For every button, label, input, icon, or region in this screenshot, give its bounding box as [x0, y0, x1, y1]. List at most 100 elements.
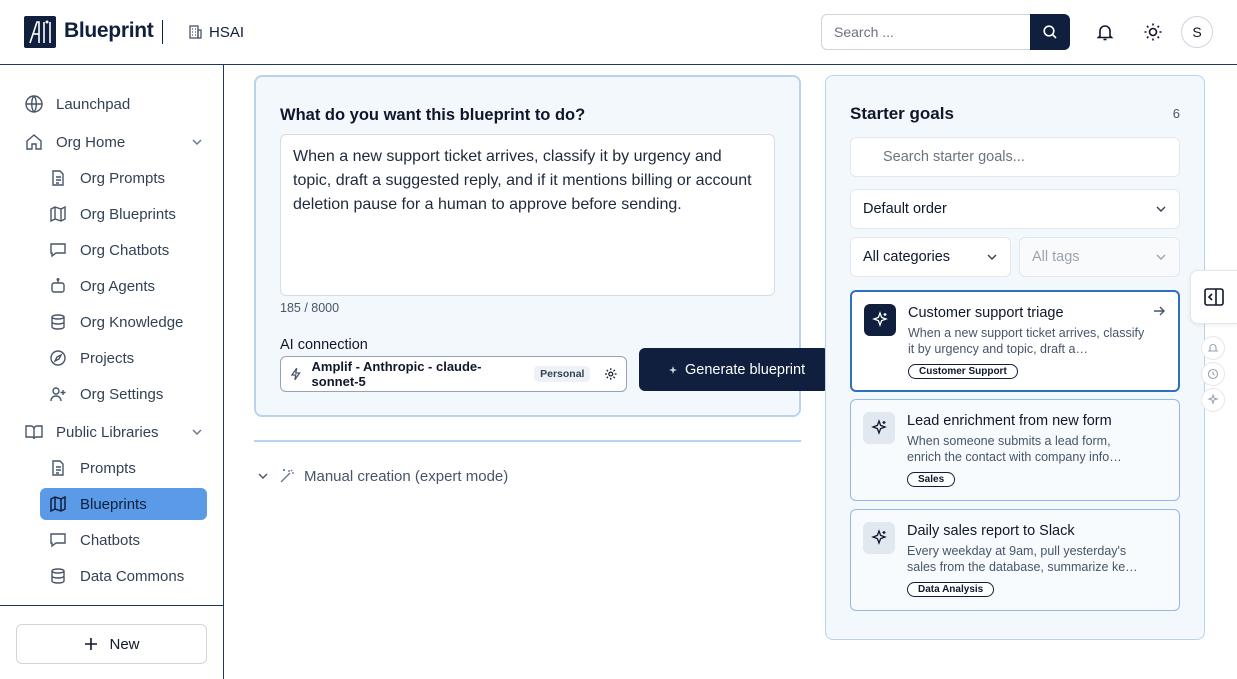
starter-goal-title: Daily sales report to Slack — [907, 523, 1075, 539]
starter-goal-title: Customer support triage — [908, 305, 1064, 321]
gear-icon[interactable] — [604, 367, 618, 381]
sidebar-item-label: Org Blueprints — [80, 205, 176, 223]
database-icon — [48, 312, 68, 332]
tags-select[interactable]: All tags — [1019, 237, 1180, 277]
sidebar-item-label: Blueprints — [80, 495, 147, 513]
chevron-down-icon[interactable] — [190, 425, 204, 439]
sidebar-item-prompts[interactable]: Prompts — [48, 452, 136, 484]
org-name[interactable]: HSAI — [209, 24, 244, 41]
order-select[interactable]: Default order — [850, 189, 1180, 229]
chat-icon — [48, 530, 68, 550]
file-text-icon — [48, 458, 68, 478]
category-select[interactable]: All categories — [850, 237, 1011, 277]
chevron-down-icon[interactable] — [190, 135, 204, 149]
generate-blueprint-button[interactable]: Generate blueprint — [639, 348, 829, 391]
sidebar-item-org-knowledge[interactable]: Org Knowledge — [48, 306, 183, 338]
search-button[interactable] — [1030, 14, 1070, 50]
blueprint-logo-icon[interactable] — [24, 16, 56, 48]
header-divider — [162, 20, 163, 44]
avatar-initial: S — [1192, 24, 1202, 40]
panel-toggle-button[interactable] — [1190, 270, 1237, 324]
new-button[interactable]: New — [16, 624, 207, 664]
chevron-down-icon — [1156, 254, 1166, 260]
sidebar-item-public-libraries[interactable]: Public Libraries — [24, 416, 159, 448]
ai-connection-select[interactable]: Amplif - Anthropic - claude-sonnet-5 Per… — [280, 356, 627, 392]
sidebar-item-org-home[interactable]: Org Home — [24, 126, 214, 158]
sidebar-item-org-settings[interactable]: Org Settings — [48, 378, 163, 410]
starter-goals-panel: Starter goals 6 Default order All catego… — [825, 75, 1205, 640]
chevron-down-icon — [1156, 206, 1166, 212]
file-text-icon — [48, 168, 68, 188]
lightning-icon — [290, 367, 301, 381]
notifications-bell-icon[interactable] — [1094, 21, 1116, 43]
user-plus-icon — [48, 384, 68, 404]
starter-goal-description: Every weekday at 9am, pull yesterday's s… — [907, 544, 1138, 574]
user-avatar[interactable]: S — [1181, 16, 1213, 48]
sidebar-item-label: Org Settings — [80, 385, 164, 403]
category-select-value: All categories — [863, 249, 951, 265]
sidebar-item-org-blueprints[interactable]: Org Blueprints — [48, 198, 176, 230]
brand-name[interactable]: Blueprint — [64, 19, 154, 43]
sparkle-mini-icon[interactable] — [1201, 388, 1225, 412]
magic-wand-icon — [280, 469, 294, 483]
database-icon — [48, 566, 68, 586]
sidebar-item-projects[interactable]: Projects — [48, 342, 134, 374]
starter-goals-search-input[interactable] — [850, 137, 1180, 177]
order-select-value: Default order — [863, 201, 947, 217]
starter-goal-card[interactable]: Daily sales report to Slack Every weekda… — [850, 509, 1180, 611]
category-tag: Sales — [907, 472, 956, 487]
sidebar-item-label: Org Home — [56, 133, 126, 151]
sparkle-icon — [864, 304, 896, 336]
sidebar-item-label: Projects — [80, 349, 135, 367]
theme-sun-icon[interactable] — [1142, 21, 1164, 43]
sidebar-item-label: Org Agents — [80, 277, 156, 295]
chevron-down-icon — [258, 473, 268, 479]
sidebar-item-label: Prompts — [80, 459, 136, 477]
category-tag: Data Analysis — [907, 582, 995, 597]
home-icon — [24, 132, 44, 152]
sidebar-item-launchpad[interactable]: Launchpad — [24, 88, 130, 120]
ai-connection-value: Amplif - Anthropic - claude-sonnet-5 — [311, 359, 482, 389]
app-header: Blueprint HSAI S — [0, 0, 1237, 65]
map-icon — [48, 204, 68, 224]
sidebar-item-org-agents[interactable]: Org Agents — [48, 270, 155, 302]
sidebar-footer: New — [0, 605, 223, 679]
chevron-down-icon — [987, 254, 997, 260]
starter-goals-count: 6 — [1172, 106, 1180, 121]
sidebar-item-chatbots[interactable]: Chatbots — [48, 524, 140, 556]
sidebar: Launchpad Org Home Org Prompts Org Bluep… — [0, 65, 224, 679]
starter-goal-card[interactable]: Customer support triage When a new suppo… — [850, 290, 1180, 392]
generate-button-label: Generate blueprint — [685, 361, 806, 378]
sidebar-item-org-prompts[interactable]: Org Prompts — [48, 162, 165, 194]
sparkle-icon — [669, 365, 677, 374]
goal-prompt-title: What do you want this blueprint to do? — [280, 106, 586, 124]
sidebar-item-blueprints[interactable]: Blueprints — [40, 488, 207, 520]
manual-creation-toggle[interactable]: Manual creation (expert mode) — [256, 467, 508, 485]
section-divider — [254, 440, 801, 442]
sidebar-item-label: Public Libraries — [56, 423, 159, 441]
new-button-label: New — [109, 635, 140, 653]
goal-textarea[interactable]: When a new support ticket arrives, class… — [280, 134, 775, 296]
starter-goal-title: Lead enrichment from new form — [907, 413, 1112, 429]
bot-icon — [48, 276, 68, 296]
char-counter: 185 / 8000 — [280, 301, 340, 315]
global-search-input[interactable] — [821, 14, 1031, 50]
tags-select-value: All tags — [1032, 249, 1080, 265]
chat-icon — [48, 240, 68, 260]
bell-mini-icon[interactable] — [1201, 336, 1225, 360]
sparkle-icon — [863, 522, 895, 554]
sidebar-item-data-commons[interactable]: Data Commons — [48, 560, 184, 592]
map-icon — [48, 494, 68, 514]
search-icon — [1043, 25, 1057, 39]
manual-creation-label: Manual creation (expert mode) — [304, 467, 509, 485]
category-tag: Customer Support — [908, 364, 1018, 379]
book-icon — [24, 422, 44, 442]
sidebar-item-org-chatbots[interactable]: Org Chatbots — [48, 234, 169, 266]
starter-goal-description: When someone submits a lead form, enrich… — [907, 434, 1122, 464]
starter-goal-card[interactable]: Lead enrichment from new form When someo… — [850, 399, 1180, 501]
sidebar-item-label: Org Knowledge — [80, 313, 184, 331]
clock-mini-icon[interactable] — [1201, 362, 1225, 386]
starter-goals-title: Starter goals — [850, 104, 954, 123]
sidebar-item-label: Org Prompts — [80, 169, 166, 187]
globe-icon — [24, 94, 44, 114]
